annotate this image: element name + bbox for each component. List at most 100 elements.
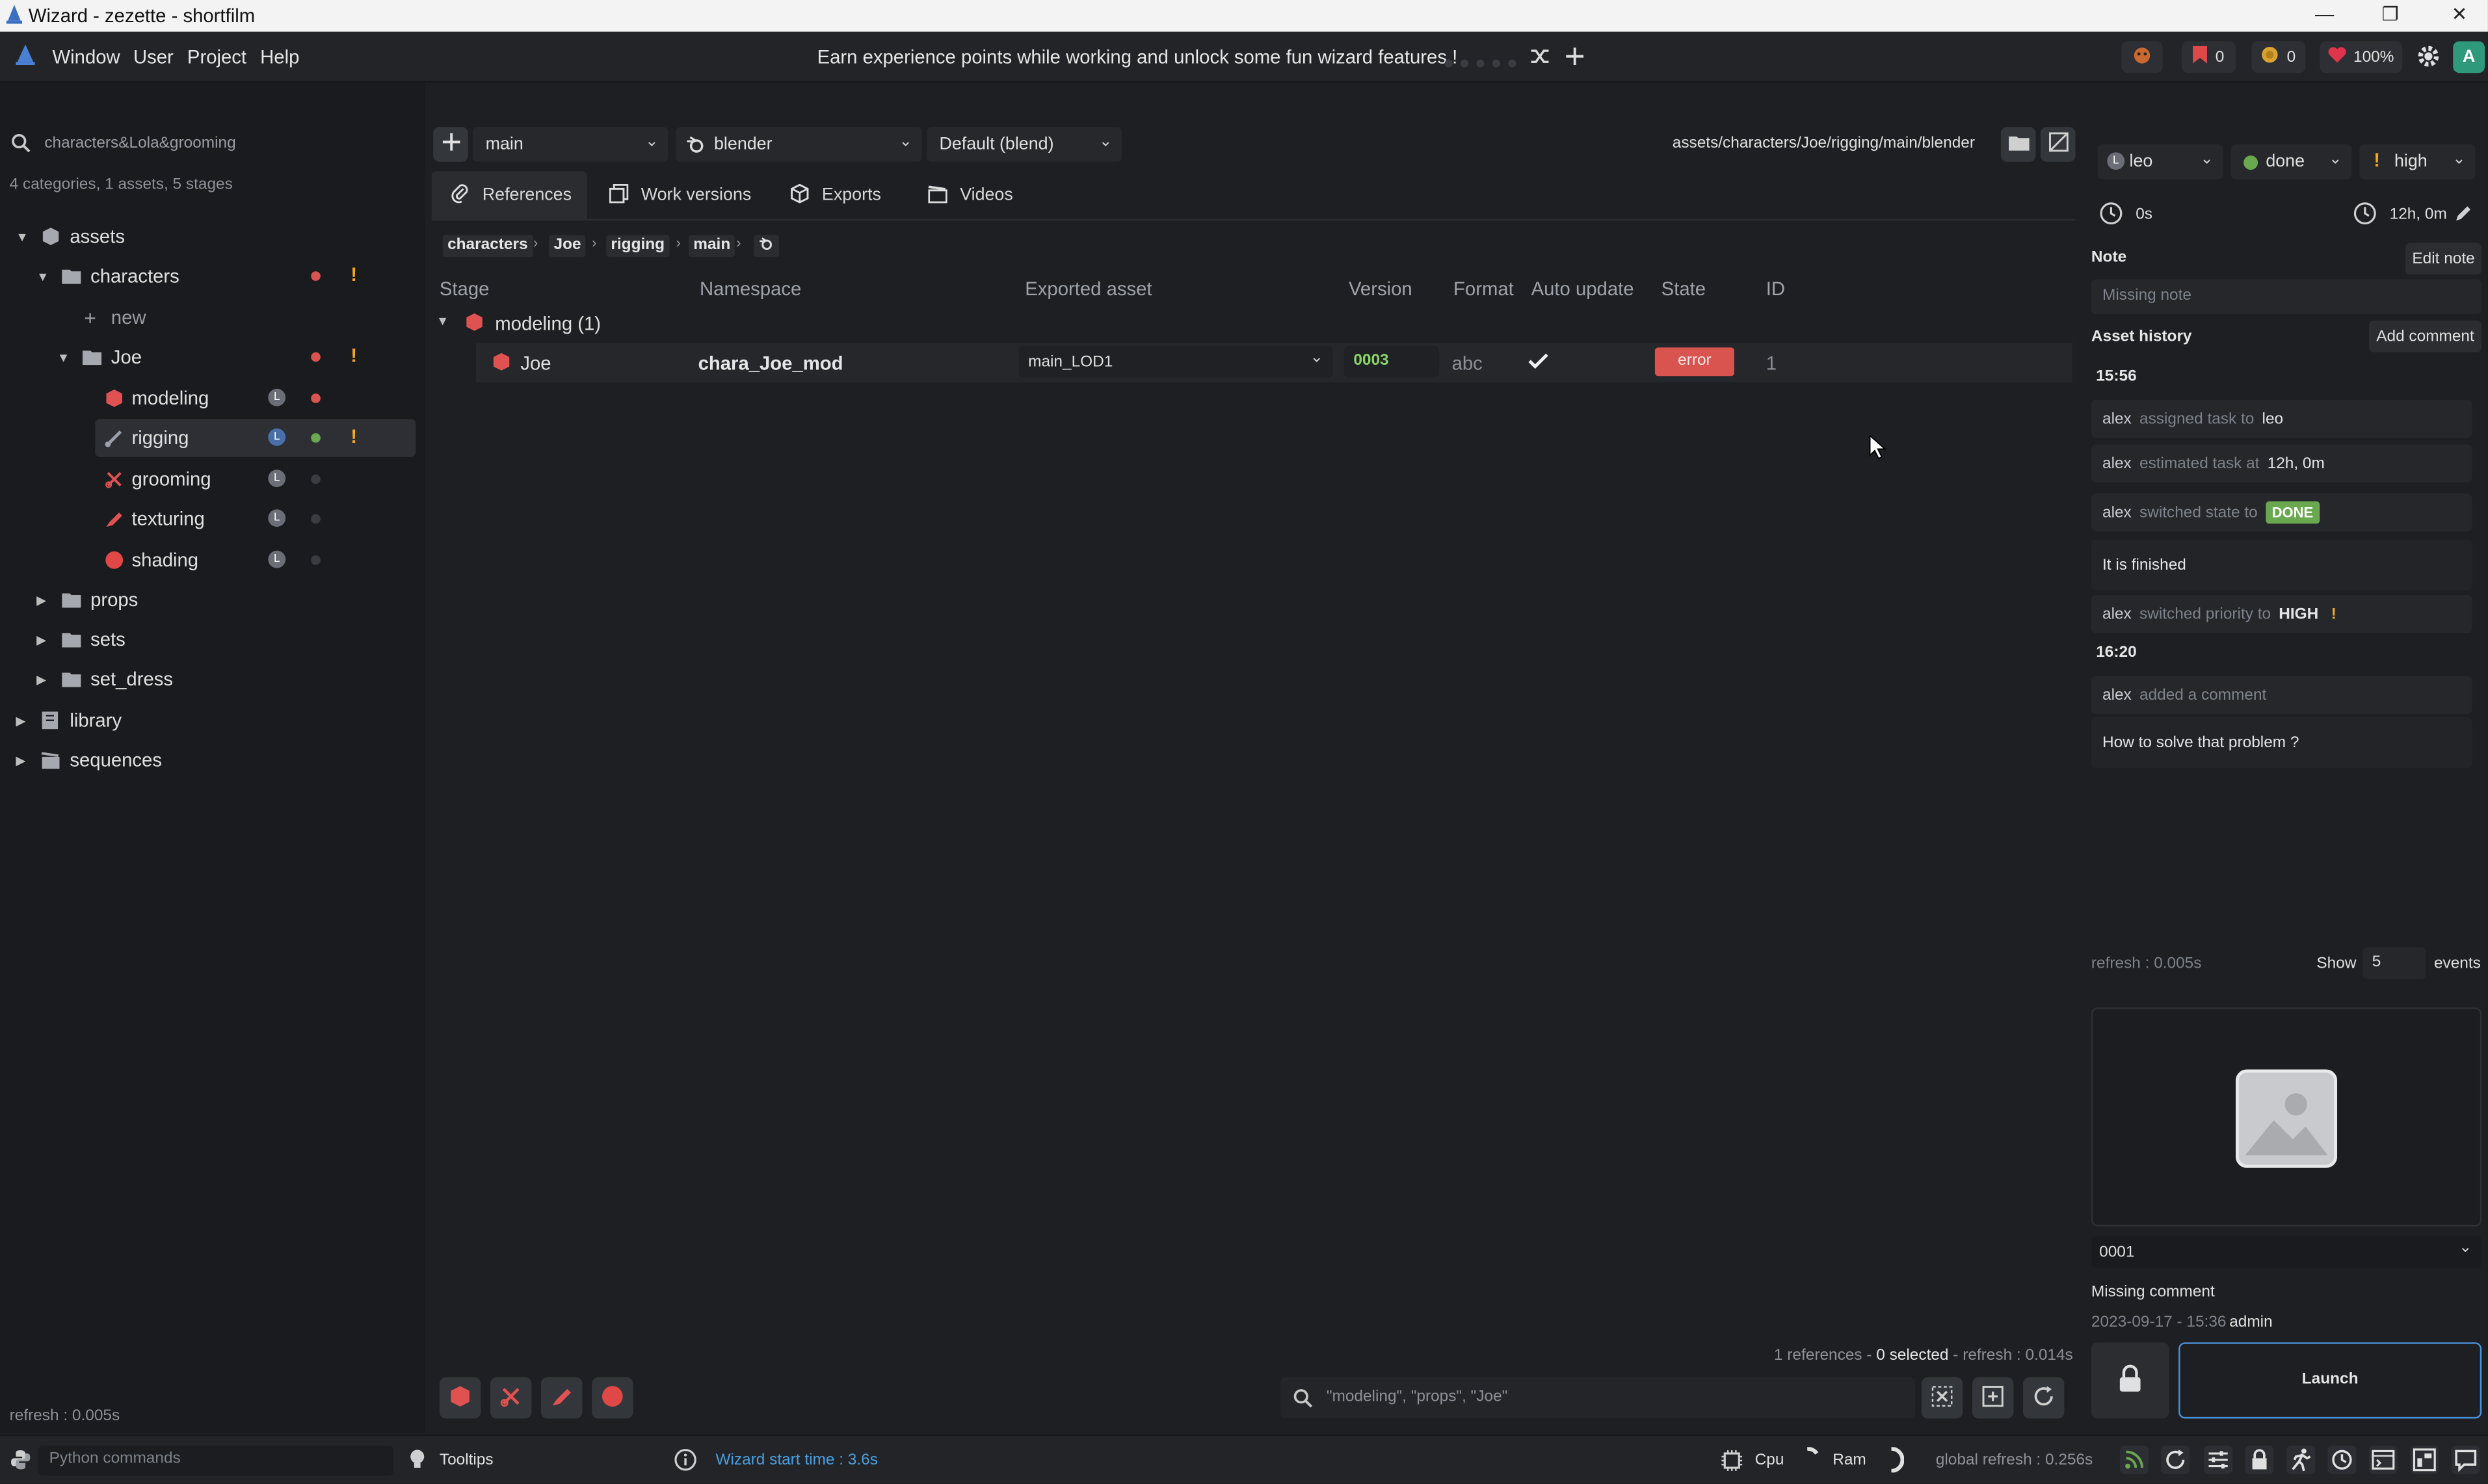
priority-select[interactable]: ! high ⌄ bbox=[2359, 144, 2476, 179]
chat-icon[interactable] bbox=[2451, 1445, 2480, 1474]
menu-user[interactable]: User bbox=[133, 46, 174, 68]
chevron-right-icon[interactable]: ▶ bbox=[36, 672, 46, 686]
note-field[interactable]: Missing note bbox=[2091, 279, 2482, 315]
col-version[interactable]: Version bbox=[1349, 278, 1412, 300]
chevron-down-icon[interactable]: ▼ bbox=[57, 350, 70, 364]
assignee-select[interactable]: L leo ⌄ bbox=[2097, 144, 2223, 179]
user-avatar[interactable]: A bbox=[2453, 41, 2485, 73]
exported-asset-select[interactable]: main_LOD1 ⌄ bbox=[1018, 345, 1333, 378]
add-selection-button[interactable] bbox=[1972, 1377, 2014, 1419]
export-type-select[interactable]: Default (blend) ⌄ bbox=[926, 127, 1122, 162]
breadcrumb-characters[interactable]: characters bbox=[442, 235, 533, 258]
launch-button[interactable]: Launch bbox=[2178, 1342, 2482, 1419]
shuffle-icon[interactable] bbox=[1529, 46, 1550, 72]
chevron-down-icon[interactable]: ▼ bbox=[36, 269, 49, 284]
open-folder-button[interactable] bbox=[2000, 127, 2036, 162]
tab-references[interactable]: References bbox=[451, 174, 572, 215]
bookmarks-counter[interactable]: 0 bbox=[2182, 41, 2236, 73]
chevron-down-icon[interactable]: ▼ bbox=[16, 230, 28, 244]
add-comment-button[interactable]: Add comment bbox=[2368, 320, 2482, 352]
terminal-icon[interactable] bbox=[2368, 1445, 2398, 1474]
coin-icon bbox=[2262, 46, 2279, 68]
events-count-input[interactable]: 5 bbox=[2362, 947, 2426, 979]
tree-item-new[interactable]: + new bbox=[0, 298, 416, 337]
software-select[interactable]: blender ⌄ bbox=[676, 127, 922, 162]
filter-modeling-button[interactable] bbox=[439, 1377, 481, 1419]
tree-item-joe[interactable]: ▼ Joe ! bbox=[0, 338, 416, 377]
col-namespace[interactable]: Namespace bbox=[700, 278, 801, 300]
filter-texturing-button[interactable] bbox=[541, 1377, 583, 1419]
col-auto-update[interactable]: Auto update bbox=[1531, 278, 1634, 300]
update-references-button[interactable] bbox=[2023, 1377, 2065, 1419]
mascot-badge[interactable] bbox=[2121, 41, 2163, 73]
edit-note-button[interactable]: Edit note bbox=[2405, 243, 2482, 275]
tree-item-set-dress[interactable]: ▶ set_dress bbox=[0, 660, 416, 698]
tab-videos[interactable]: Videos bbox=[928, 174, 1013, 215]
task-state-select[interactable]: done ⌄ bbox=[2230, 144, 2352, 179]
lock-button[interactable] bbox=[2091, 1342, 2169, 1419]
menu-project[interactable]: Project bbox=[187, 46, 246, 68]
tree-search-input[interactable]: characters&Lola&grooming bbox=[44, 135, 235, 152]
edit-estimate-pencil-icon[interactable] bbox=[2455, 205, 2472, 227]
menu-help[interactable]: Help bbox=[260, 46, 299, 68]
chevron-right-icon[interactable]: ▶ bbox=[36, 632, 46, 646]
tree-item-assets[interactable]: ▼ assets bbox=[0, 217, 416, 256]
close-button[interactable]: ✕ bbox=[2452, 3, 2468, 25]
add-icon[interactable] bbox=[1565, 46, 1585, 72]
tree-item-sequences[interactable]: ▶ sequences bbox=[0, 741, 416, 779]
filter-shading-button[interactable] bbox=[592, 1377, 633, 1419]
breadcrumb-joe[interactable]: Joe bbox=[549, 235, 586, 258]
chevron-right-icon[interactable]: ▶ bbox=[16, 713, 25, 728]
tree-item-modeling[interactable]: modeling L bbox=[0, 379, 416, 417]
chevron-right-icon[interactable]: ▶ bbox=[16, 753, 25, 767]
tab-work-versions[interactable]: Work versions bbox=[609, 174, 751, 215]
version-preview[interactable] bbox=[2091, 1007, 2482, 1227]
python-command-input[interactable]: Python commands bbox=[38, 1445, 394, 1476]
breadcrumb-main[interactable]: main bbox=[688, 235, 735, 258]
gear-icon[interactable] bbox=[2416, 44, 2441, 73]
maximize-button[interactable]: ❐ bbox=[2381, 3, 2398, 25]
dashboard-icon[interactable] bbox=[2410, 1445, 2439, 1474]
variant-select[interactable]: main ⌄ bbox=[473, 127, 668, 162]
tree-item-grooming[interactable]: grooming L bbox=[0, 460, 416, 499]
version-cell[interactable]: 0003 bbox=[1343, 345, 1440, 378]
chevron-right-icon[interactable]: ▶ bbox=[36, 592, 46, 607]
tree-item-shading[interactable]: shading L bbox=[0, 541, 416, 579]
col-stage[interactable]: Stage bbox=[440, 278, 490, 300]
toggle-view-button[interactable] bbox=[2040, 127, 2076, 162]
tree-item-texturing[interactable]: texturing L bbox=[0, 500, 416, 538]
coins-counter[interactable]: 0 bbox=[2251, 41, 2306, 73]
col-state[interactable]: State bbox=[1661, 278, 1706, 300]
filter-grooming-button[interactable] bbox=[490, 1377, 532, 1419]
table-group-modeling[interactable]: ▼ modeling (1) bbox=[432, 308, 2076, 339]
tree-item-characters[interactable]: ▼ characters ! bbox=[0, 257, 416, 295]
tree-item-rigging[interactable]: rigging L ! bbox=[95, 419, 416, 457]
reference-search-field[interactable]: "modeling", "props", "Joe" bbox=[1280, 1377, 1916, 1419]
col-format[interactable]: Format bbox=[1453, 278, 1514, 300]
chevron-down-icon[interactable]: ▼ bbox=[436, 314, 449, 328]
sliders-icon[interactable] bbox=[2204, 1445, 2233, 1474]
running-man-icon[interactable] bbox=[2286, 1445, 2315, 1474]
lock-icon[interactable] bbox=[2245, 1445, 2274, 1474]
tree-item-library[interactable]: ▶ library bbox=[0, 701, 416, 739]
minimize-button[interactable]: — bbox=[2315, 3, 2334, 25]
reload-icon[interactable] bbox=[2161, 1445, 2190, 1474]
col-id[interactable]: ID bbox=[1766, 278, 1785, 300]
tab-exports[interactable]: Exports bbox=[790, 174, 881, 215]
col-exported-asset[interactable]: Exported asset bbox=[1025, 278, 1152, 300]
tree-item-sets[interactable]: ▶ sets bbox=[0, 620, 416, 659]
add-reference-button[interactable] bbox=[433, 127, 468, 162]
lightbulb-icon[interactable] bbox=[410, 1449, 425, 1476]
breadcrumb-blender[interactable] bbox=[754, 235, 780, 258]
wifi-feed-icon[interactable] bbox=[2119, 1445, 2149, 1474]
history-icon[interactable] bbox=[2327, 1445, 2357, 1474]
error-dot bbox=[311, 393, 321, 403]
menu-window[interactable]: Window bbox=[53, 46, 120, 68]
remove-selection-button[interactable] bbox=[1921, 1377, 1963, 1419]
version-select[interactable]: 0001 ⌄ bbox=[2091, 1236, 2482, 1268]
auto-update-checkbox[interactable] bbox=[1528, 352, 1549, 375]
health-counter[interactable]: 100% bbox=[2320, 41, 2403, 73]
tree-item-props[interactable]: ▶ props bbox=[0, 581, 416, 619]
tooltips-toggle[interactable]: Tooltips bbox=[440, 1452, 494, 1470]
breadcrumb-rigging[interactable]: rigging bbox=[606, 235, 670, 258]
